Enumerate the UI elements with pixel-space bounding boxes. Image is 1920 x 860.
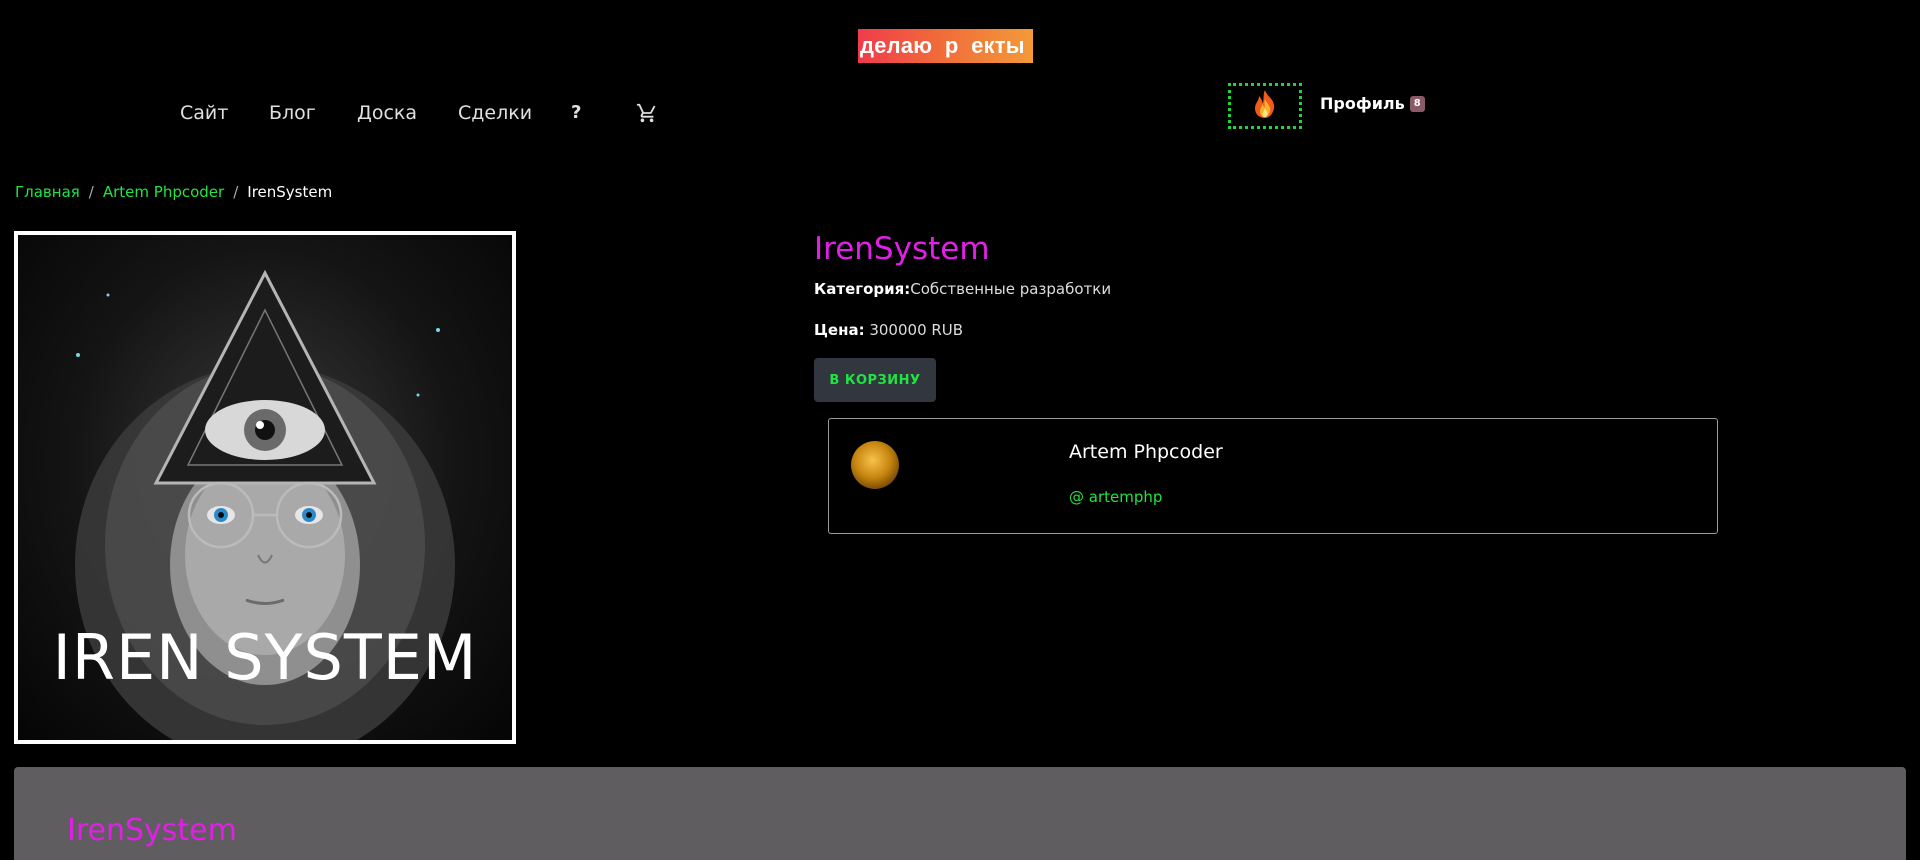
author-handle[interactable]: @ artemphp (1069, 488, 1162, 506)
author-card: Artem Phpcoder @ artemphp (828, 418, 1718, 534)
notification-badge: 8 (1409, 95, 1425, 112)
price-value: 300000 RUB (864, 321, 964, 339)
product-title: IrenSystem (814, 231, 990, 267)
author-name: Artem Phpcoder (1069, 441, 1223, 463)
category-value: Собственные разработки (910, 280, 1112, 298)
add-to-cart-button[interactable]: В КОРЗИНУ (814, 358, 936, 402)
breadcrumb: Главная / Artem Phpcoder / IrenSystem (15, 183, 332, 201)
breadcrumb-home[interactable]: Главная (15, 183, 80, 201)
price-label: Цена: (814, 321, 865, 339)
breadcrumb-current: IrenSystem (247, 183, 333, 201)
breadcrumb-separator: / (233, 183, 239, 201)
profile-label: Профиль (1320, 94, 1405, 113)
image-caption: IREN SYSTEM (52, 621, 478, 694)
category-label: Категория: (814, 280, 911, 298)
profile-link[interactable]: Профиль 8 (1320, 94, 1425, 113)
nav-item-board[interactable]: Доска (357, 100, 417, 126)
cart-icon[interactable] (636, 102, 658, 124)
breadcrumb-author[interactable]: Artem Phpcoder (103, 183, 224, 201)
fire-icon (1251, 89, 1279, 123)
nav-item-blog[interactable]: Блог (269, 100, 316, 126)
product-price: Цена: 300000 RUB (814, 321, 963, 339)
product-image: IREN SYSTEM (14, 231, 516, 744)
breadcrumb-separator: / (88, 183, 94, 201)
description-title: IrenSystem (67, 813, 237, 848)
avatar[interactable] (851, 441, 899, 489)
nav-item-deals[interactable]: Сделки (458, 100, 532, 126)
fire-button[interactable] (1228, 83, 1302, 129)
description-panel: IrenSystem (14, 767, 1906, 860)
nav-item-help[interactable]: ? (571, 100, 581, 126)
nav-item-site[interactable]: Сайт (180, 100, 228, 126)
product-category: Категория:Собственные разработки (814, 280, 1111, 298)
site-logo[interactable]: делаю р екты (858, 29, 1033, 63)
